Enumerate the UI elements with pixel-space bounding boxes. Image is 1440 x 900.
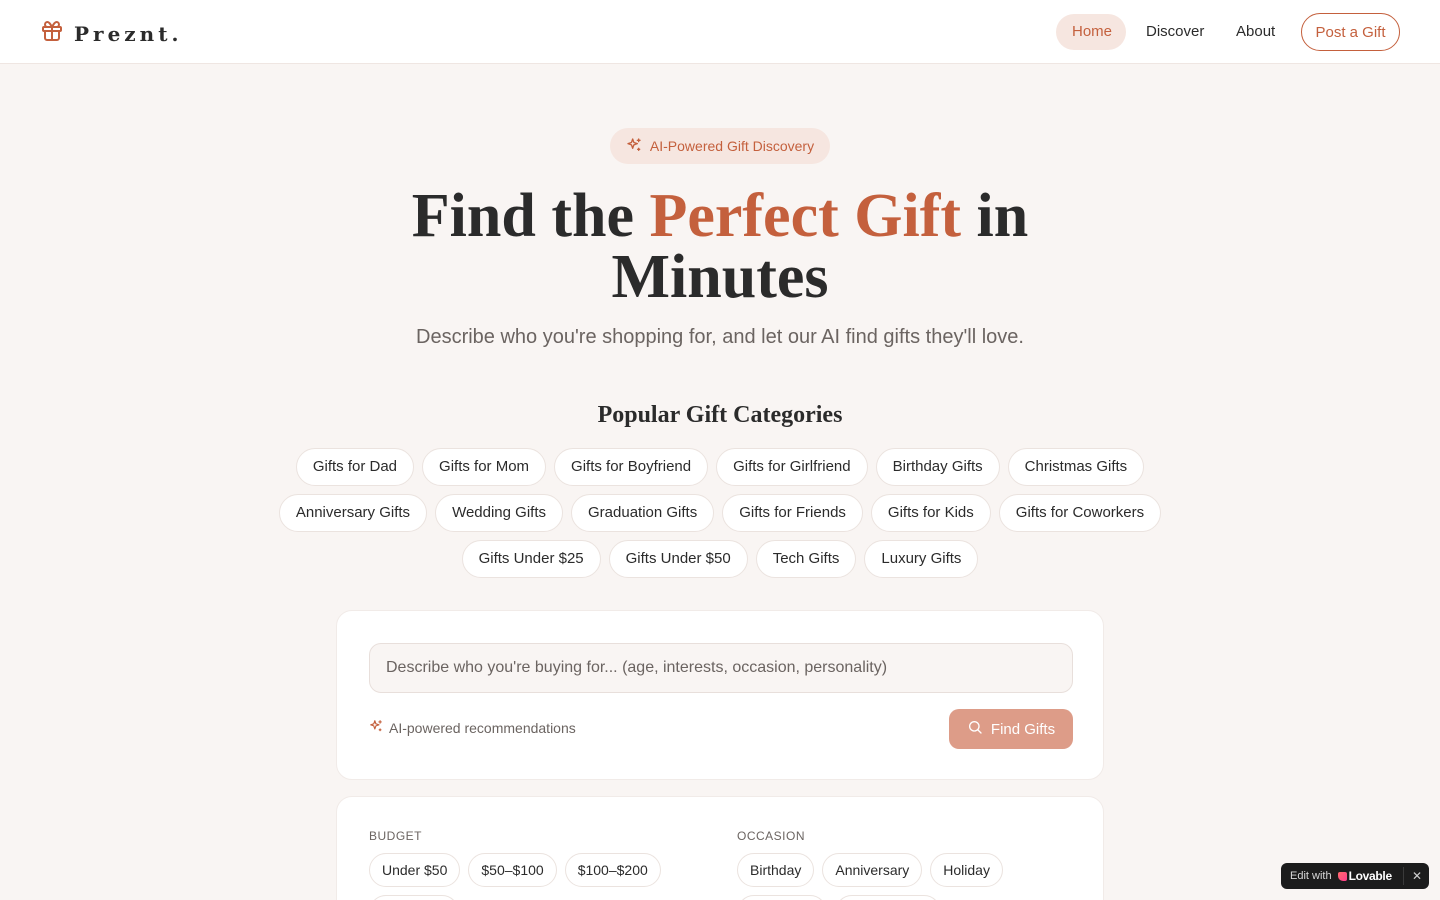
find-gifts-label: Find Gifts: [990, 720, 1056, 738]
hero-title-accent: Perfect Gift: [649, 182, 961, 250]
category-row-2: Anniversary Gifts Wedding Gifts Graduati…: [0, 494, 1440, 532]
category-chip[interactable]: Gifts for Mom: [422, 448, 547, 486]
nav-about[interactable]: About: [1220, 14, 1291, 50]
category-chip[interactable]: Gifts for Friends: [722, 494, 863, 532]
search-icon: [967, 719, 983, 739]
budget-chip[interactable]: $50–$100: [468, 853, 557, 887]
search-card: AI-powered recommendations Find Gifts: [336, 610, 1104, 780]
category-chip[interactable]: Gifts Under $50: [608, 540, 748, 578]
ai-note: AI-powered recommendations: [369, 719, 576, 736]
occasion-chip[interactable]: Birthday: [737, 853, 815, 887]
ai-badge: AI-Powered Gift Discovery: [610, 128, 830, 164]
nav-discover[interactable]: Discover: [1130, 14, 1220, 50]
category-chip[interactable]: Graduation Gifts: [571, 494, 715, 532]
category-row-3: Gifts Under $25 Gifts Under $50 Tech Gif…: [0, 540, 1440, 578]
hero-title-start: Find the: [411, 182, 650, 250]
lovable-edit-text: Edit with: [1290, 870, 1332, 882]
category-chip[interactable]: Anniversary Gifts: [278, 494, 428, 532]
heart-icon: [1337, 871, 1347, 881]
category-chip[interactable]: Gifts for Kids: [870, 494, 991, 532]
budget-chip[interactable]: [369, 895, 459, 900]
category-row-1: Gifts for Dad Gifts for Mom Gifts for Bo…: [0, 448, 1440, 486]
post-a-gift-button[interactable]: Post a Gift: [1301, 13, 1400, 51]
logo[interactable]: Preznt.: [40, 19, 182, 48]
occasion-chip[interactable]: [835, 895, 941, 900]
logo-text: Preznt.: [74, 21, 183, 46]
filter-card: BUDGET Under $50 $50–$100 $100–$200 OCCA…: [336, 796, 1104, 900]
lovable-logo: Lovable: [1337, 869, 1393, 883]
ai-note-label: AI-powered recommendations: [389, 719, 576, 736]
sparkles-icon: [626, 137, 642, 156]
category-chip[interactable]: Gifts for Boyfriend: [554, 448, 709, 486]
budget-chip[interactable]: $100–$200: [564, 853, 661, 887]
nav-home[interactable]: Home: [1056, 14, 1126, 50]
edit-with-lovable-badge[interactable]: Edit with Lovable ✕: [1281, 863, 1429, 889]
ai-badge-label: AI-Powered Gift Discovery: [649, 138, 815, 154]
budget-label: BUDGET: [369, 829, 423, 843]
budget-options: Under $50 $50–$100 $100–$200: [369, 853, 661, 887]
category-chip[interactable]: Wedding Gifts: [435, 494, 563, 532]
category-chip[interactable]: Gifts for Girlfriend: [716, 448, 868, 486]
occasion-options-row-2: [737, 895, 941, 900]
budget-chip[interactable]: Under $50: [369, 853, 461, 887]
occasion-chip[interactable]: Anniversary: [822, 853, 923, 887]
top-navbar: Preznt. Home Discover About Post a Gift: [0, 0, 1440, 64]
gift-icon: [40, 19, 64, 48]
gift-description-input[interactable]: [369, 643, 1073, 693]
hero-title: Find the Perfect Gift in Minutes: [320, 185, 1120, 308]
hero-subtitle: Describe who you're shopping for, and le…: [416, 326, 1024, 348]
occasion-options: Birthday Anniversary Holiday: [737, 853, 1003, 887]
category-chip[interactable]: Gifts Under $25: [461, 540, 601, 578]
category-chip[interactable]: Tech Gifts: [755, 540, 857, 578]
divider: [1403, 867, 1404, 885]
categories-title: Popular Gift Categories: [597, 402, 843, 428]
find-gifts-button[interactable]: Find Gifts: [949, 709, 1073, 749]
close-icon[interactable]: ✕: [1409, 867, 1425, 885]
lovable-brand-text: Lovable: [1348, 869, 1393, 883]
sparkles-icon: [369, 719, 383, 736]
category-chip[interactable]: Birthday Gifts: [875, 448, 1000, 486]
occasion-label: OCCASION: [737, 829, 806, 843]
occasion-chip[interactable]: Holiday: [930, 853, 1003, 887]
category-chip[interactable]: Christmas Gifts: [1007, 448, 1145, 486]
budget-options-row-2: [369, 895, 459, 900]
occasion-chip[interactable]: [737, 895, 827, 900]
category-chip[interactable]: Gifts for Coworkers: [998, 494, 1162, 532]
category-chip[interactable]: Luxury Gifts: [864, 540, 979, 578]
category-chip[interactable]: Gifts for Dad: [295, 448, 415, 486]
